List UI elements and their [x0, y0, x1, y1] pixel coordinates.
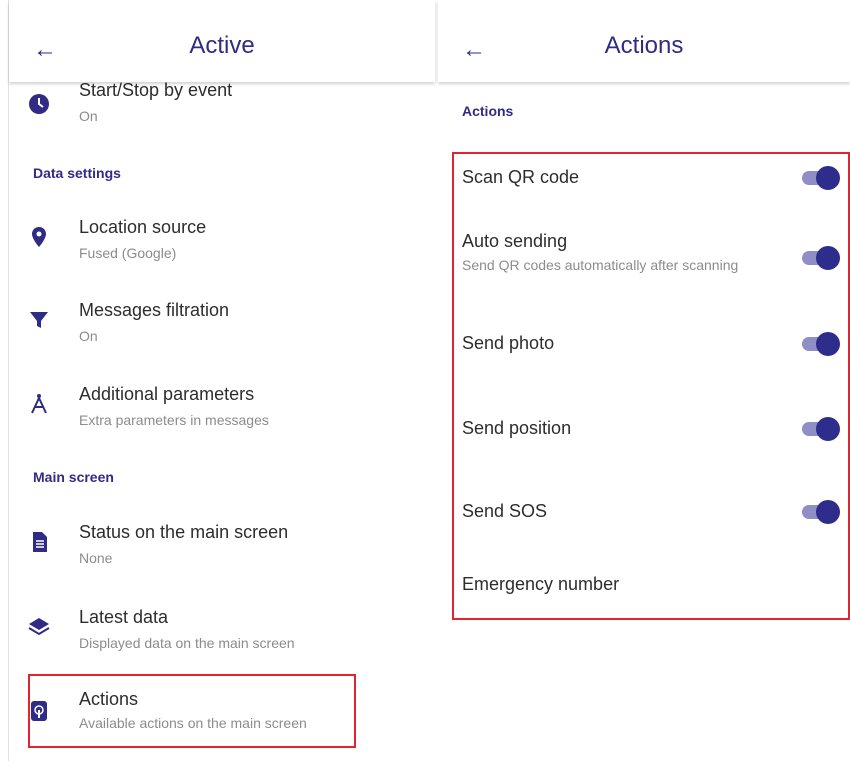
highlight-box — [28, 674, 356, 748]
section-header-data-settings: Data settings — [33, 165, 121, 181]
item-subtitle: None — [79, 550, 113, 566]
section-header-main-screen: Main screen — [33, 469, 114, 485]
layers-icon — [27, 615, 51, 639]
app-bar: ← Actions — [438, 0, 850, 82]
page-title: Actions — [604, 32, 684, 59]
item-title: Latest data — [79, 607, 169, 627]
start-stop-by-event-item[interactable]: Start/Stop by event On — [9, 80, 435, 140]
location-source-item[interactable]: Location source Fused (Google) — [9, 215, 435, 275]
section-header-actions: Actions — [462, 103, 514, 119]
actions-panel: ← Actions Actions Scan QR code Auto send… — [438, 0, 850, 761]
item-subtitle: Displayed data on the main screen — [79, 635, 295, 651]
active-settings-panel: ← Active Start/Stop by event On Data set… — [8, 0, 435, 761]
highlight-box — [452, 152, 850, 620]
item-subtitle: On — [79, 108, 98, 124]
item-title: Location source — [79, 217, 207, 237]
app-bar: ← Active — [9, 0, 435, 82]
item-title: Status on the main screen — [79, 522, 289, 542]
additional-parameters-item[interactable]: Additional parameters Extra parameters i… — [9, 382, 435, 442]
item-title: Messages filtration — [79, 300, 230, 320]
filter-icon — [27, 308, 51, 332]
status-on-main-screen-item[interactable]: Status on the main screen None — [9, 520, 435, 580]
messages-filtration-item[interactable]: Messages filtration On — [9, 298, 435, 358]
compass-icon — [27, 392, 51, 416]
document-list-icon — [27, 530, 51, 554]
item-subtitle: Extra parameters in messages — [79, 412, 269, 428]
item-subtitle: Fused (Google) — [79, 245, 177, 261]
item-title: Start/Stop by event — [79, 80, 233, 100]
item-subtitle: On — [79, 328, 98, 344]
location-pin-icon — [27, 225, 51, 249]
page-title: Active — [189, 32, 255, 59]
clock-icon — [27, 92, 51, 116]
item-title: Additional parameters — [79, 384, 255, 404]
latest-data-item[interactable]: Latest data Displayed data on the main s… — [9, 605, 435, 665]
